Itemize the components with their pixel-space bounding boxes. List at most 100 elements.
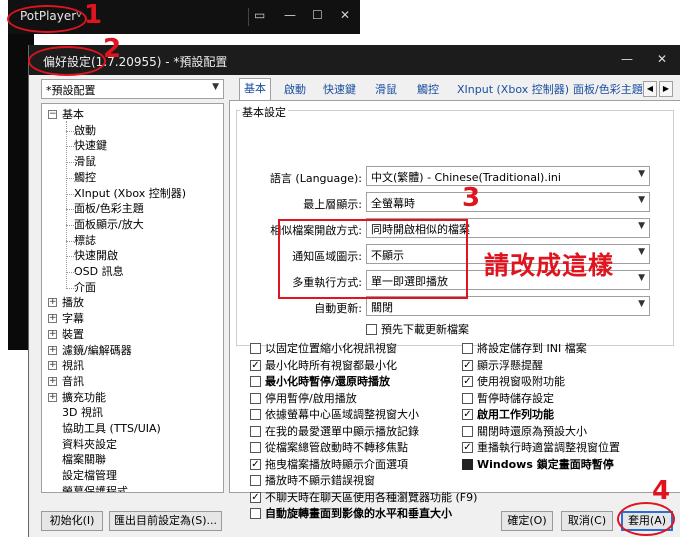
- tab-scroll-right-icon[interactable]: ▶: [659, 81, 673, 97]
- tree-item[interactable]: 濾鏡/編解碼器: [62, 343, 132, 358]
- option-checkbox[interactable]: 依據螢幕中心區域調整視窗大小: [250, 407, 419, 423]
- option-checkbox[interactable]: ✓ 拖曳檔案播放時顯示介面選項: [250, 457, 408, 473]
- tree-item[interactable]: 裝置: [62, 327, 84, 342]
- checkbox-box[interactable]: [366, 324, 377, 335]
- expand-icon[interactable]: +: [48, 361, 57, 371]
- checkbox-box[interactable]: [250, 376, 261, 387]
- tree-item[interactable]: 視訊: [62, 358, 84, 373]
- tree-item[interactable]: 協助工具 (TTS/UIA): [62, 421, 161, 436]
- checkbox-box[interactable]: [250, 343, 261, 354]
- tree-item[interactable]: 標誌: [74, 233, 96, 248]
- checkbox-box[interactable]: [462, 392, 473, 404]
- maximize-icon[interactable]: ☐: [312, 8, 323, 22]
- checkbox-box[interactable]: [250, 442, 261, 453]
- tree-item[interactable]: 基本: [62, 107, 84, 122]
- tree-item[interactable]: 面板顯示/放大: [74, 217, 144, 232]
- pin-icon[interactable]: ▭: [254, 8, 265, 22]
- expand-icon[interactable]: +: [48, 345, 57, 355]
- annotation-ellipse-preferences: [28, 46, 106, 76]
- checkbox-box[interactable]: [462, 425, 473, 437]
- tree-item[interactable]: XInput (Xbox 控制器): [74, 186, 186, 201]
- checkmark-icon[interactable]: ✓: [462, 376, 473, 387]
- dialog-titlebar[interactable]: 偏好設定(1.7.20955) - *預設配置 — ✕: [29, 45, 680, 75]
- option-checkbox[interactable]: 關閉時還原為預設大小: [462, 424, 587, 440]
- auto-update-select[interactable]: 關閉 ▼: [366, 296, 650, 316]
- close-icon[interactable]: ✕: [657, 52, 667, 66]
- collapse-icon[interactable]: −: [48, 110, 57, 119]
- cancel-button[interactable]: 取消(C): [561, 511, 613, 531]
- language-select[interactable]: 中文(繁體) - Chinese(Traditional).ini ▼: [366, 166, 650, 186]
- minimize-icon[interactable]: —: [621, 52, 633, 66]
- checkmark-icon[interactable]: ✓: [462, 359, 473, 371]
- tree-item[interactable]: 資料夾設定: [62, 437, 117, 452]
- tree-item[interactable]: 設定檔管理: [62, 468, 117, 483]
- option-checkbox[interactable]: ✓ 不聊天時在聊天區使用各種瀏覽器功能 (F9): [250, 490, 477, 506]
- option-checkbox[interactable]: 將設定儲存到 INI 檔案: [462, 341, 587, 357]
- checkbox-box[interactable]: [462, 343, 473, 354]
- option-checkbox[interactable]: 在我的最愛選單中顯示播放記錄: [250, 424, 419, 440]
- checkmark-icon[interactable]: ✓: [250, 491, 261, 503]
- option-checkbox[interactable]: 自動旋轉畫面到影像的水平和垂直大小: [250, 506, 452, 522]
- close-icon[interactable]: ✕: [340, 8, 350, 22]
- option-checkbox[interactable]: 暫停時儲存設定: [462, 391, 554, 407]
- tree-item[interactable]: 擴充功能: [62, 390, 106, 405]
- tree-item[interactable]: 觸控: [74, 170, 96, 185]
- tree-item[interactable]: 快速開啟: [74, 248, 118, 263]
- checkmark-icon[interactable]: ✓: [250, 458, 261, 470]
- option-checkbox[interactable]: ✓ 顯示浮懸提醒: [462, 358, 543, 374]
- tree-item[interactable]: 介面: [74, 280, 96, 295]
- checkmark-icon[interactable]: ✓: [462, 409, 473, 420]
- tree-item[interactable]: 螢幕保護程式: [62, 484, 128, 492]
- tab-xinput[interactable]: XInput (Xbox 控制器): [457, 80, 569, 100]
- settings-tree[interactable]: 基本 − 啟動 快速鍵 滑鼠 觸控 XInput (Xbox 控制器) 面板/色彩主題 面板顯示…: [41, 103, 224, 493]
- tree-item[interactable]: 啟動: [74, 123, 96, 138]
- tab-skin[interactable]: 面板/色彩主題: [573, 80, 643, 100]
- expand-icon[interactable]: +: [48, 329, 57, 339]
- tree-item[interactable]: OSD 訊息: [74, 264, 124, 279]
- option-checkbox[interactable]: ✓ 重播執行時適當調整視窗位置: [462, 440, 620, 456]
- option-checkbox[interactable]: 播放時不顯示錯誤視窗: [250, 473, 375, 489]
- tab-mouse[interactable]: 滑鼠: [375, 80, 397, 100]
- tree-item[interactable]: 3D 視訊: [62, 405, 103, 420]
- expand-icon[interactable]: +: [48, 392, 57, 402]
- topmost-select[interactable]: 全螢幕時 ▼: [366, 192, 650, 212]
- option-checkbox[interactable]: 從檔案總管啟動時不轉移焦點: [250, 440, 408, 456]
- checkmark-icon[interactable]: [462, 458, 473, 470]
- option-checkbox[interactable]: ✓ 使用視窗吸附功能: [462, 374, 565, 390]
- expand-icon[interactable]: +: [48, 314, 57, 324]
- option-checkbox[interactable]: 以固定位置縮小化視訊視窗: [250, 341, 397, 357]
- tab-startup[interactable]: 啟動: [284, 80, 306, 100]
- ok-button[interactable]: 確定(O): [501, 511, 553, 531]
- tree-item[interactable]: 檔案關聯: [62, 452, 106, 467]
- predownload-checkbox[interactable]: 預先下載更新檔案: [366, 322, 469, 338]
- export-settings-button[interactable]: 匯出目前設定為(S)...: [109, 511, 222, 531]
- init-button[interactable]: 初始化(I): [41, 511, 103, 531]
- checkbox-box[interactable]: [250, 475, 261, 486]
- checkmark-icon[interactable]: ✓: [250, 359, 261, 371]
- tab-hotkeys[interactable]: 快速鍵: [323, 80, 356, 100]
- expand-icon[interactable]: +: [48, 298, 57, 308]
- profile-select[interactable]: *預設配置 ▼: [41, 79, 224, 99]
- checkmark-icon[interactable]: ✓: [462, 442, 473, 453]
- option-checkbox[interactable]: Windows 鎖定畫面時暫停: [462, 457, 614, 473]
- checkbox-box[interactable]: [250, 409, 261, 420]
- tree-item[interactable]: 播放: [62, 295, 84, 310]
- minimize-icon[interactable]: —: [284, 8, 296, 22]
- option-checkbox[interactable]: 停用暫停/啟用播放: [250, 391, 357, 407]
- checkbox-box[interactable]: [250, 392, 261, 404]
- option-checkbox[interactable]: ✓ 最小化時所有視窗都最小化: [250, 358, 397, 374]
- tab-scroll-left-icon[interactable]: ◀: [643, 81, 657, 97]
- checkbox-box[interactable]: [250, 425, 261, 437]
- option-checkbox[interactable]: 最小化時暫停/還原時播放: [250, 374, 390, 390]
- tab-touch[interactable]: 觸控: [417, 80, 439, 100]
- tree-item[interactable]: 音訊: [62, 374, 84, 389]
- expand-icon[interactable]: +: [48, 376, 57, 386]
- checkbox-box[interactable]: [250, 508, 261, 519]
- tree-item[interactable]: 面板/色彩主題: [74, 201, 144, 216]
- tab-basic[interactable]: 基本: [239, 78, 271, 100]
- option-checkbox[interactable]: ✓ 啟用工作列功能: [462, 407, 554, 423]
- tree-item[interactable]: 字幕: [62, 311, 84, 326]
- tree-item-label: 啟動: [74, 123, 96, 137]
- tree-item[interactable]: 快速鍵: [74, 138, 107, 153]
- tree-item[interactable]: 滑鼠: [74, 154, 96, 169]
